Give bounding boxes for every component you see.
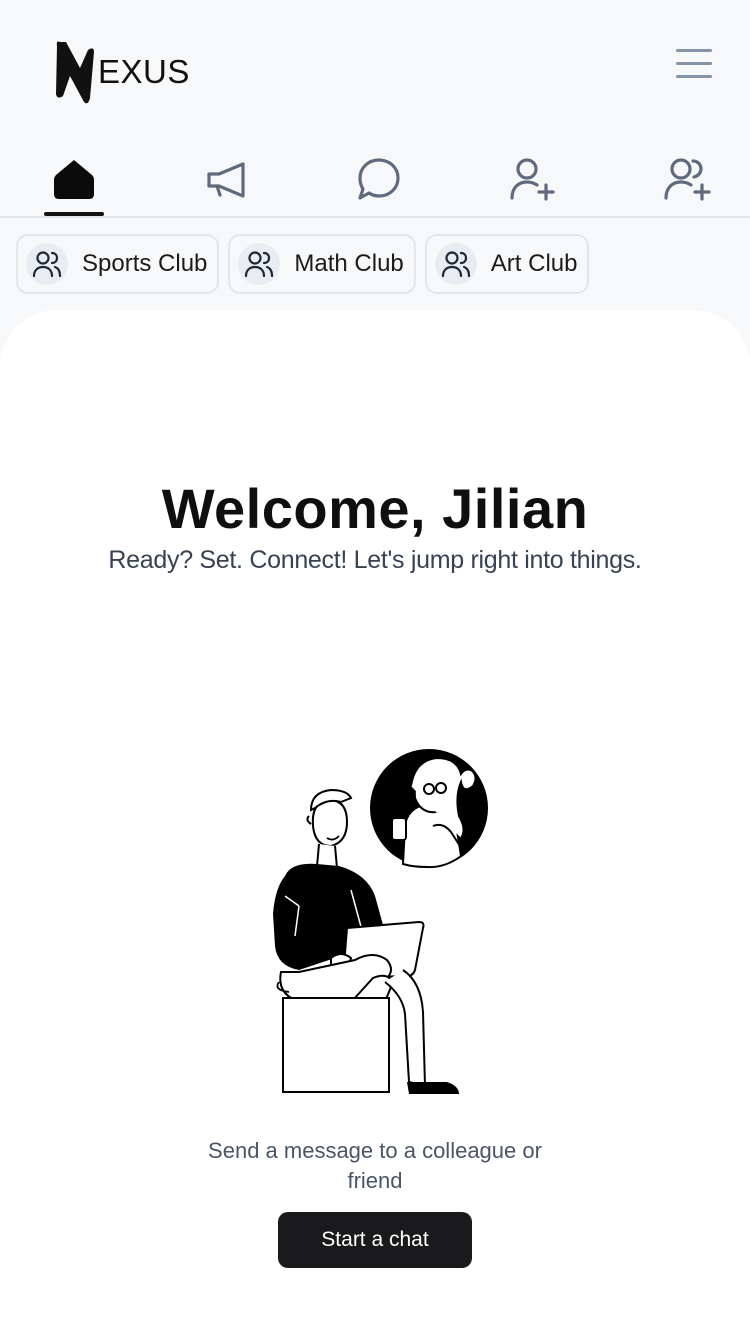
tab-chat[interactable]: [344, 144, 414, 214]
tab-announcements[interactable]: [193, 144, 263, 214]
club-chip-math[interactable]: Math Club: [228, 234, 416, 294]
tab-add-group[interactable]: [653, 144, 723, 214]
users-icon: [26, 243, 68, 285]
club-chip-sports[interactable]: Sports Club: [16, 234, 220, 294]
user-plus-icon: [510, 158, 555, 201]
main-card: Welcome, Jilian Ready? Set. Connect! Let…: [0, 310, 750, 1340]
users-plus-icon: [664, 158, 711, 201]
chat-prompt-text: Send a message to a colleague or friend: [208, 1138, 542, 1193]
start-chat-button[interactable]: Start a chat: [278, 1212, 472, 1268]
hamburger-menu-icon[interactable]: [672, 44, 716, 84]
nav-tabs: [0, 130, 750, 218]
club-label: Math Club: [294, 250, 404, 277]
tab-home[interactable]: [39, 144, 109, 214]
club-label: Art Club: [490, 250, 578, 277]
tab-add-user[interactable]: [498, 144, 568, 214]
megaphone-icon: [207, 162, 245, 198]
chat-illustration: [273, 749, 488, 1094]
home-icon: [54, 160, 94, 199]
logo-text: EXUS: [98, 53, 190, 90]
club-chip-art[interactable]: Art Club: [424, 234, 590, 294]
club-label: Sports Club: [82, 250, 208, 277]
exus-logo[interactable]: EXUS: [54, 38, 194, 104]
logo-mark-icon: [56, 41, 94, 104]
chat-bubble-icon: [358, 158, 400, 200]
users-icon: [238, 243, 281, 285]
users-icon: [434, 243, 477, 285]
welcome-subtitle: Ready? Set. Connect! Let's jump right in…: [108, 546, 642, 574]
app-header: EXUS: [0, 0, 750, 130]
active-tab-indicator: [44, 212, 104, 216]
club-list: Sports Club Math Club Art Club: [16, 234, 590, 294]
welcome-heading: Welcome, Jilian: [161, 477, 589, 540]
